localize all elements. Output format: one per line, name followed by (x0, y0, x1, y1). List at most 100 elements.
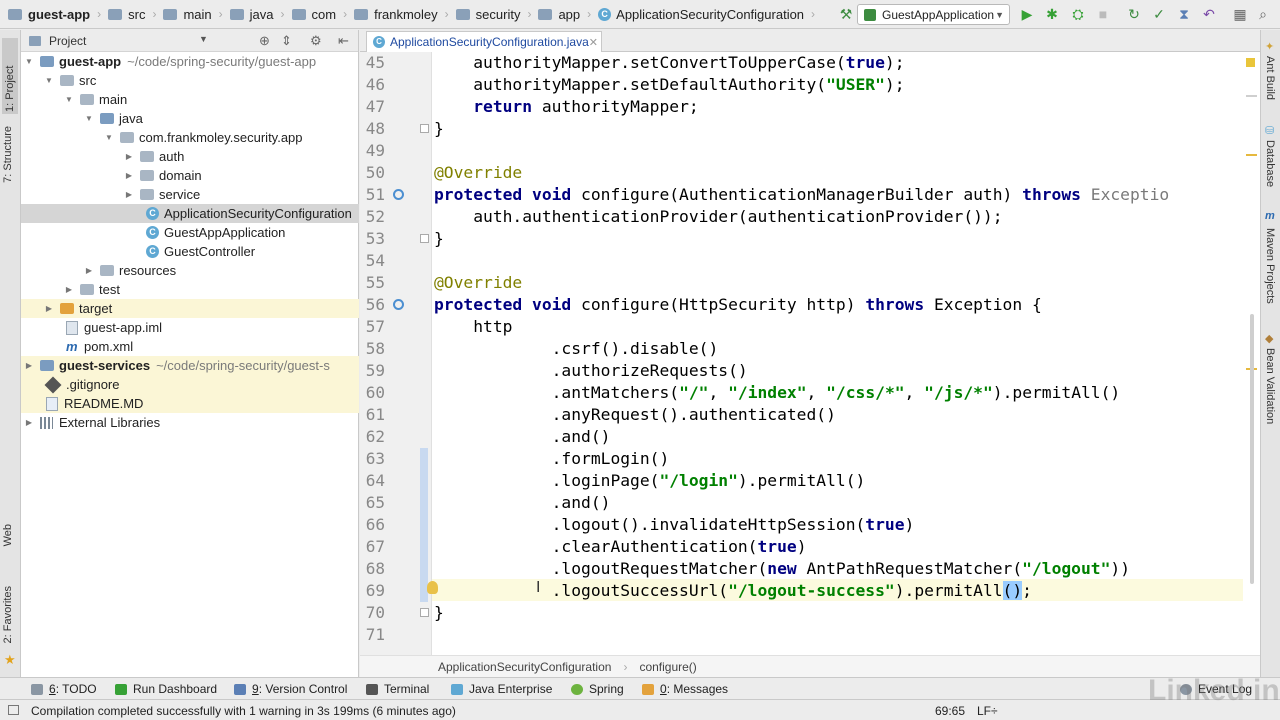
tree-item-service[interactable]: ▶ service (21, 185, 359, 204)
navigation-bar: guest-app › src › main › java › com › fr… (0, 0, 1280, 29)
nav-crumb-java[interactable]: java (229, 0, 274, 29)
tree-item-gitignore[interactable]: .gitignore (21, 375, 359, 394)
tree-item-guest-services[interactable]: ▶ guest-services ~/code/spring-security/… (21, 356, 359, 375)
project-structure-icon[interactable]: ▦ (1232, 6, 1248, 22)
tree-item-java[interactable]: ▼ java (21, 109, 359, 128)
revert-icon[interactable]: ↶ (1201, 6, 1217, 22)
error-stripe-mark[interactable] (1246, 154, 1257, 156)
gear-icon[interactable]: ⚙ (310, 33, 322, 49)
tree-item-application-security-configuration[interactable]: C ApplicationSecurityConfiguration (21, 204, 359, 223)
collapsed-arrow-icon: ▶ (125, 190, 133, 199)
tree-item-guest-app-application[interactable]: C GuestAppApplication (21, 223, 359, 242)
collapse-all-icon[interactable]: ⇕ (281, 33, 292, 49)
tree-item-guest-app[interactable]: ▼ guest-app ~/code/spring-security/guest… (21, 52, 359, 71)
warning-status-icon[interactable] (1246, 58, 1255, 67)
chevron-right-icon: › (280, 7, 285, 21)
tool-window-java-enterprise[interactable]: Java Enterprise (451, 682, 552, 696)
tool-window-todo[interactable]: 6: TODO (31, 682, 97, 696)
tree-item-auth[interactable]: ▶ auth (21, 147, 359, 166)
tree-item-resources[interactable]: ▶ resources (21, 261, 359, 280)
nav-crumb-security[interactable]: security (455, 0, 520, 29)
tool-window-run-dashboard[interactable]: Run Dashboard (115, 682, 217, 696)
tab-database[interactable]: Database (1264, 140, 1276, 187)
breadcrumb-method[interactable]: configure() (639, 660, 696, 674)
update-project-icon[interactable]: ↻ (1126, 6, 1142, 22)
tree-item-main[interactable]: ▼ main (21, 90, 359, 109)
nav-crumb-app[interactable]: app (538, 0, 580, 29)
tool-window-spring[interactable]: Spring (571, 682, 624, 696)
tab-structure[interactable]: 7: Structure (2, 126, 14, 183)
search-everywhere-icon[interactable]: ⌕ (1255, 6, 1271, 22)
collapsed-arrow-icon: ▶ (85, 266, 93, 275)
tab-favorites[interactable]: 2: Favorites (2, 586, 14, 643)
tool-window-messages[interactable]: 0: Messages (642, 682, 728, 696)
editor-tab-application-security-configuration[interactable]: C ApplicationSecurityConfiguration.java … (366, 31, 602, 52)
tool-window-bar: 6: TODO Run Dashboard 9: Version Control… (0, 677, 1280, 699)
hide-panel-icon[interactable]: ⇤ (338, 33, 349, 49)
run-icon[interactable]: ▶ (1019, 6, 1035, 22)
status-message[interactable]: Compilation completed successfully with … (31, 704, 456, 718)
nav-crumb-class[interactable]: C ApplicationSecurityConfiguration (598, 0, 804, 29)
tree-item-guest-controller[interactable]: C GuestController (21, 242, 359, 261)
error-stripe-mark[interactable] (1246, 95, 1257, 97)
tree-item-test[interactable]: ▶ test (21, 280, 359, 299)
nav-crumb-com[interactable]: com (291, 0, 336, 29)
override-method-icon[interactable] (393, 189, 404, 200)
nav-crumb-main[interactable]: main (163, 0, 212, 29)
coverage-icon[interactable]: ⛭ (1070, 6, 1086, 22)
nav-crumb-frankmoley[interactable]: frankmoley (354, 0, 438, 29)
commit-icon[interactable]: ✓ (1151, 6, 1167, 22)
history-icon[interactable]: ⧗ (1176, 6, 1192, 22)
ant-icon: ✦ (1265, 41, 1275, 53)
fold-marker-icon[interactable] (420, 234, 429, 243)
tree-item-pom-xml[interactable]: m pom.xml (21, 337, 359, 356)
terminal-icon (366, 683, 378, 695)
chevron-down-icon[interactable]: ▼ (199, 34, 208, 44)
close-icon[interactable]: ✕ (589, 36, 598, 49)
line-number: 57 (365, 317, 385, 336)
line-separator[interactable]: LF÷ (977, 704, 998, 718)
line-number: 51 (365, 185, 385, 204)
tool-window-version-control[interactable]: 9: Version Control (234, 682, 347, 696)
tree-item-target[interactable]: ▶ target (21, 299, 359, 318)
line-number: 62 (365, 427, 385, 446)
stop-icon[interactable]: ■ (1095, 6, 1111, 22)
tree-item-domain[interactable]: ▶ domain (21, 166, 359, 185)
tree-item-guest-app-iml[interactable]: guest-app.iml (21, 318, 359, 337)
tree-item-src[interactable]: ▼ src (21, 71, 359, 90)
line-number: 55 (365, 273, 385, 292)
project-panel-title[interactable]: Project (49, 34, 86, 48)
line-number: 54 (365, 251, 385, 270)
build-hammer-icon[interactable]: ⚒ (838, 6, 854, 22)
toggle-tool-windows-icon[interactable] (8, 705, 19, 715)
tree-item-readme[interactable]: README.MD (21, 394, 359, 413)
tab-bean-validation[interactable]: Bean Validation (1264, 348, 1276, 424)
caret-position[interactable]: 69:65 (935, 704, 965, 718)
line-number: 58 (365, 339, 385, 358)
nav-crumb-src[interactable]: src (108, 0, 145, 29)
fold-marker-icon[interactable] (420, 124, 429, 133)
folder-icon (291, 8, 306, 20)
override-method-icon[interactable] (393, 299, 404, 310)
tool-window-terminal[interactable]: Terminal (366, 682, 429, 696)
tree-item-package[interactable]: ▼ com.frankmoley.security.app (21, 128, 359, 147)
scroll-from-source-icon[interactable]: ⊕ (259, 33, 270, 49)
line-number: 66 (365, 515, 385, 534)
breadcrumb-class[interactable]: ApplicationSecurityConfiguration (438, 660, 611, 674)
code-editor[interactable]: 45 46 47 48 49 50 51 52 53 54 55 56 57 5… (360, 52, 1260, 655)
nav-crumb-project[interactable]: guest-app (8, 0, 90, 29)
chevron-right-icon: › (444, 7, 449, 21)
line-number: 67 (365, 537, 385, 556)
tab-project[interactable]: 1: Project (2, 38, 18, 114)
tab-ant-build[interactable]: Ant Build (1264, 56, 1276, 100)
tab-maven-projects[interactable]: Maven Projects (1264, 228, 1276, 304)
scrollbar-thumb[interactable] (1250, 314, 1254, 584)
editor-scrollbar[interactable] (1243, 52, 1260, 655)
fold-marker-icon[interactable] (420, 608, 429, 617)
run-configuration-select[interactable]: GuestAppApplication ▼ (857, 4, 1010, 25)
tree-item-external-libraries[interactable]: ▶ External Libraries (21, 413, 359, 432)
tab-web[interactable]: Web (2, 524, 14, 546)
debug-icon[interactable]: ✱ (1044, 6, 1060, 22)
editor-tab-bar: C ApplicationSecurityConfiguration.java … (360, 30, 1260, 52)
chevron-down-icon: ▼ (995, 9, 1004, 20)
